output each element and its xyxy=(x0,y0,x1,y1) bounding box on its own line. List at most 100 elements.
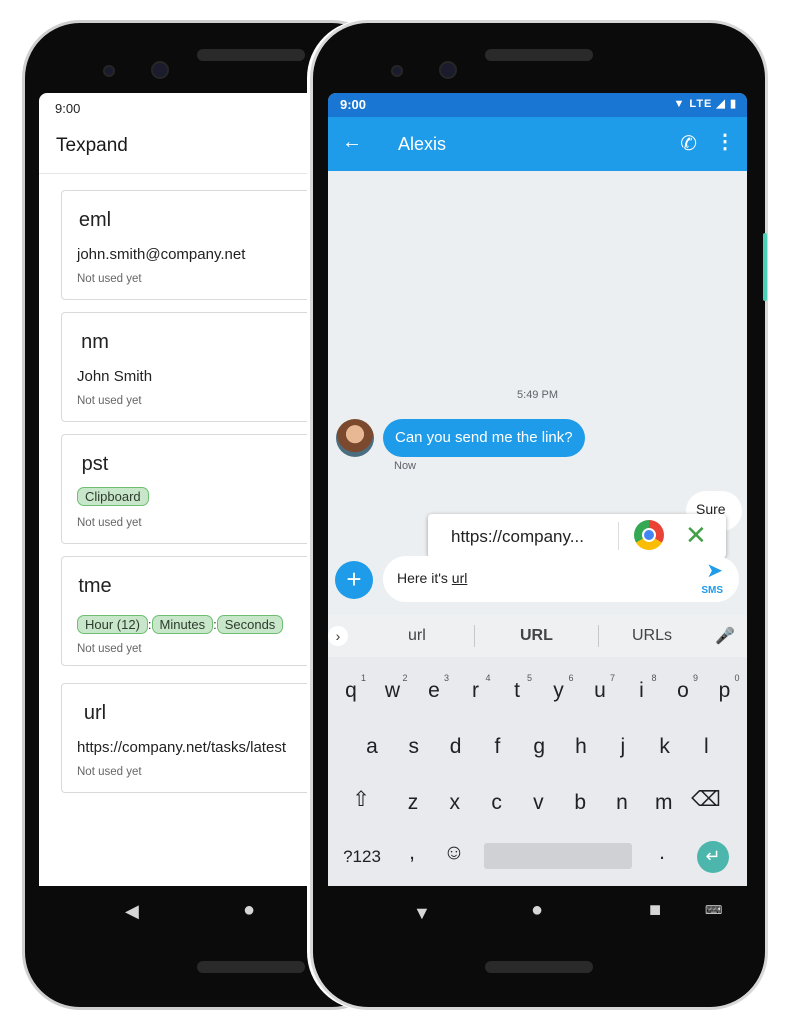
key-g[interactable]: g xyxy=(521,735,557,759)
compose-field[interactable]: Here it's url ➤ SMS xyxy=(383,556,739,602)
chip-minutes: Minutes xyxy=(151,615,214,634)
front-camera xyxy=(151,61,169,79)
key-b[interactable]: b xyxy=(562,791,598,815)
shift-key-icon[interactable]: ⇧ xyxy=(343,787,379,812)
url-suggestion-popup: https://company... ✕ xyxy=(428,514,726,558)
top-speaker xyxy=(197,49,305,61)
key-x[interactable]: x xyxy=(437,791,473,815)
card-usage: Not used yet xyxy=(77,643,142,655)
suggestion-word[interactable]: url xyxy=(408,627,426,645)
enter-key-icon[interactable]: ↵ xyxy=(697,841,729,873)
suggestion-divider xyxy=(598,625,599,647)
chip-clipboard: Clipboard xyxy=(77,487,149,506)
front-camera xyxy=(439,61,457,79)
more-options-icon[interactable]: ⋮ xyxy=(715,129,735,154)
key-number-hint: 2 xyxy=(402,673,408,683)
keyboard: › url URL URLs 🎤 q1w2e3r4t5y6u7i8o9p0 as… xyxy=(328,615,747,886)
suggestion-word[interactable]: URL xyxy=(520,627,553,645)
key-l[interactable]: l xyxy=(688,735,724,759)
key-number-hint: 0 xyxy=(734,673,740,683)
key-h[interactable]: h xyxy=(563,735,599,759)
compose-underlined-word: url xyxy=(451,570,468,586)
key-v[interactable]: v xyxy=(520,791,556,815)
expand-toolbar-icon[interactable]: › xyxy=(328,626,348,646)
emoji-key-icon[interactable]: ☺ xyxy=(436,841,472,865)
key-f[interactable]: f xyxy=(479,735,515,759)
key-number-hint: 6 xyxy=(568,673,574,683)
card-value: john.smith@company.net xyxy=(77,246,246,263)
status-time: 9:00 xyxy=(55,101,81,116)
card-key: eml xyxy=(78,209,112,231)
keyboard-switch-icon[interactable]: ⌨ xyxy=(705,903,722,917)
card-usage: Not used yet xyxy=(77,273,142,285)
messages-screen: 9:00 ▼ LTE ◢ ▮ ← Alexis ✆ ⋮ 5:49 PM Can … xyxy=(328,93,747,886)
home-nav-icon[interactable]: ● xyxy=(531,899,543,922)
suggested-url[interactable]: https://company... xyxy=(451,527,584,547)
key-k[interactable]: k xyxy=(647,735,683,759)
key-d[interactable]: d xyxy=(438,735,474,759)
back-nav-icon[interactable]: ◀ xyxy=(125,901,139,922)
key-m[interactable]: m xyxy=(646,791,682,815)
comma-key[interactable]: , xyxy=(394,841,430,865)
top-speaker xyxy=(485,49,593,61)
back-nav-icon[interactable]: ▼ xyxy=(413,903,431,924)
keyboard-row-1: q1w2e3r4t5y6u7i8o9p0 xyxy=(328,673,747,729)
card-usage: Not used yet xyxy=(77,517,142,529)
key-j[interactable]: j xyxy=(605,735,641,759)
signal-battery-icon: ▼ LTE ◢ ▮ xyxy=(673,98,737,110)
home-nav-icon[interactable]: ● xyxy=(243,899,255,922)
back-arrow-icon[interactable]: ← xyxy=(342,131,362,154)
key-c[interactable]: c xyxy=(479,791,515,815)
sensor xyxy=(103,65,115,77)
right-phone-frame: 9:00 ▼ LTE ◢ ▮ ← Alexis ✆ ⋮ 5:49 PM Can … xyxy=(310,20,768,1010)
keyboard-row-2: asdfghjkl xyxy=(328,729,747,785)
key-z[interactable]: z xyxy=(395,791,431,815)
period-key[interactable]: . xyxy=(644,841,680,865)
suggestion-divider xyxy=(474,625,475,647)
conversation-app-bar: ← Alexis ✆ ⋮ xyxy=(328,117,747,171)
key-number-hint: 4 xyxy=(485,673,491,683)
key-s[interactable]: s xyxy=(396,735,432,759)
symbols-key[interactable]: ?123 xyxy=(340,847,384,867)
card-key: url xyxy=(83,702,107,724)
bottom-speaker xyxy=(485,961,593,973)
key-a[interactable]: a xyxy=(354,735,390,759)
recents-nav-icon[interactable]: ■ xyxy=(649,899,661,922)
key-number-hint: 8 xyxy=(651,673,657,683)
microphone-icon[interactable]: 🎤 xyxy=(715,626,735,646)
chip-hour: Hour (12) xyxy=(77,615,148,634)
contact-name: Alexis xyxy=(398,134,447,154)
card-key: pst xyxy=(81,453,109,475)
key-number-hint: 9 xyxy=(693,673,699,683)
suggestion-strip: › url URL URLs 🎤 xyxy=(328,615,747,657)
card-chips: Hour (12): Minutes: Seconds xyxy=(77,615,284,634)
attach-plus-button[interactable]: + xyxy=(335,561,373,599)
bottom-speaker xyxy=(197,961,305,973)
send-icon[interactable]: ➤ xyxy=(706,561,723,581)
backspace-key-icon[interactable]: ⌫ xyxy=(688,787,724,812)
key-n[interactable]: n xyxy=(604,791,640,815)
chrome-icon[interactable] xyxy=(634,520,664,550)
card-usage: Not used yet xyxy=(77,766,142,778)
suggestion-word[interactable]: URLs xyxy=(632,627,672,645)
card-value: https://company.net/tasks/latest xyxy=(77,739,286,756)
compose-text: Here it's url xyxy=(397,570,468,586)
card-value: John Smith xyxy=(77,368,153,385)
key-number-hint: 1 xyxy=(361,673,367,683)
card-usage: Not used yet xyxy=(77,395,142,407)
close-icon[interactable]: ✕ xyxy=(685,520,707,551)
key-number-hint: 3 xyxy=(444,673,450,683)
sensor xyxy=(391,65,403,77)
keyboard-row-3: ⇧ ⌫ zxcvbnm xyxy=(328,785,747,841)
send-label: SMS xyxy=(701,585,723,596)
message-time: Now xyxy=(394,460,417,472)
conversation-timestamp: 5:49 PM xyxy=(517,389,558,401)
key-number-hint: 7 xyxy=(610,673,616,683)
space-bar[interactable] xyxy=(484,843,632,869)
app-title: Texpand xyxy=(56,135,128,156)
card-key: nm xyxy=(81,331,109,353)
contact-avatar[interactable] xyxy=(336,419,374,457)
power-button xyxy=(763,233,767,301)
incoming-message-bubble[interactable]: Can you send me the link? xyxy=(383,419,585,457)
phone-call-icon[interactable]: ✆ xyxy=(680,131,697,156)
